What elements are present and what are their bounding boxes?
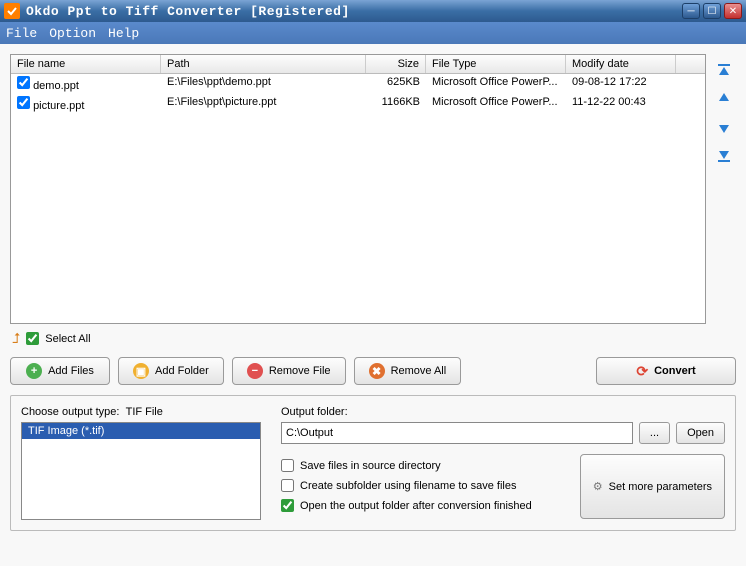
remove-all-button[interactable]: ✖Remove All xyxy=(354,357,462,385)
table-row[interactable]: demo.ppt E:\Files\ppt\demo.ppt 625KB Mic… xyxy=(11,74,705,94)
choose-output-type-label: Choose output type: xyxy=(21,406,119,418)
cell-path: E:\Files\ppt\demo.ppt xyxy=(161,74,366,94)
cell-size: 1166KB xyxy=(366,94,426,114)
remove-file-button[interactable]: −Remove File xyxy=(232,357,346,385)
menu-file[interactable]: File xyxy=(6,26,37,41)
app-icon xyxy=(4,3,20,19)
cell-type: Microsoft Office PowerP... xyxy=(426,94,566,114)
remove-all-icon: ✖ xyxy=(369,363,385,379)
add-folder-button[interactable]: ▣Add Folder xyxy=(118,357,224,385)
minimize-button[interactable]: ─ xyxy=(682,3,700,19)
cell-size: 625KB xyxy=(366,74,426,94)
folder-icon: ▣ xyxy=(133,363,149,379)
add-files-button[interactable]: +Add Files xyxy=(10,357,110,385)
maximize-button[interactable]: ☐ xyxy=(703,3,721,19)
save-source-label: Save files in source directory xyxy=(300,460,441,472)
output-folder-label: Output folder: xyxy=(281,406,725,418)
save-source-checkbox[interactable] xyxy=(281,459,294,472)
col-header-type[interactable]: File Type xyxy=(426,55,566,73)
create-subfolder-label: Create subfolder using filename to save … xyxy=(300,480,516,492)
col-header-date[interactable]: Modify date xyxy=(566,55,676,73)
row-checkbox[interactable] xyxy=(17,76,30,89)
row-checkbox[interactable] xyxy=(17,96,30,109)
browse-button[interactable]: ... xyxy=(639,422,670,444)
open-after-checkbox[interactable] xyxy=(281,499,294,512)
create-subfolder-checkbox[interactable] xyxy=(281,479,294,492)
file-table: File name Path Size File Type Modify dat… xyxy=(10,54,706,324)
convert-button[interactable]: ⟳Convert xyxy=(596,357,736,385)
open-after-label: Open the output folder after conversion … xyxy=(300,500,532,512)
cell-name: demo.ppt xyxy=(33,80,79,92)
gear-icon: ⚙ xyxy=(593,480,603,493)
close-button[interactable]: ✕ xyxy=(724,3,742,19)
window-title: Okdo Ppt to Tiff Converter [Registered] xyxy=(26,4,682,19)
col-header-path[interactable]: Path xyxy=(161,55,366,73)
menu-option[interactable]: Option xyxy=(49,26,96,41)
cell-date: 09-08-12 17:22 xyxy=(566,74,676,94)
open-folder-button[interactable]: Open xyxy=(676,422,725,444)
output-type-item[interactable]: TIF Image (*.tif) xyxy=(22,423,260,439)
cell-path: E:\Files\ppt\picture.ppt xyxy=(161,94,366,114)
up-folder-icon[interactable]: ⮥ xyxy=(12,330,20,347)
cell-date: 11-12-22 00:43 xyxy=(566,94,676,114)
set-more-parameters-button[interactable]: ⚙Set more parameters xyxy=(580,454,725,519)
menu-help[interactable]: Help xyxy=(108,26,139,41)
move-up-button[interactable] xyxy=(715,90,733,108)
move-down-button[interactable] xyxy=(715,118,733,136)
output-type-value: TIF File xyxy=(126,406,163,418)
cell-name: picture.ppt xyxy=(33,100,84,112)
col-header-size[interactable]: Size xyxy=(366,55,426,73)
select-all-label: Select All xyxy=(45,333,90,345)
title-bar: Okdo Ppt to Tiff Converter [Registered] … xyxy=(0,0,746,22)
move-bottom-button[interactable] xyxy=(715,146,733,164)
output-folder-input[interactable] xyxy=(281,422,633,444)
plus-icon: + xyxy=(26,363,42,379)
output-type-list[interactable]: TIF Image (*.tif) xyxy=(21,422,261,520)
minus-icon: − xyxy=(247,363,263,379)
table-row[interactable]: picture.ppt E:\Files\ppt\picture.ppt 116… xyxy=(11,94,705,114)
col-header-name[interactable]: File name xyxy=(11,55,161,73)
menu-bar: File Option Help xyxy=(0,22,746,44)
cell-type: Microsoft Office PowerP... xyxy=(426,74,566,94)
select-all-checkbox[interactable] xyxy=(26,332,39,345)
convert-icon: ⟳ xyxy=(636,363,648,380)
move-top-button[interactable] xyxy=(715,62,733,80)
